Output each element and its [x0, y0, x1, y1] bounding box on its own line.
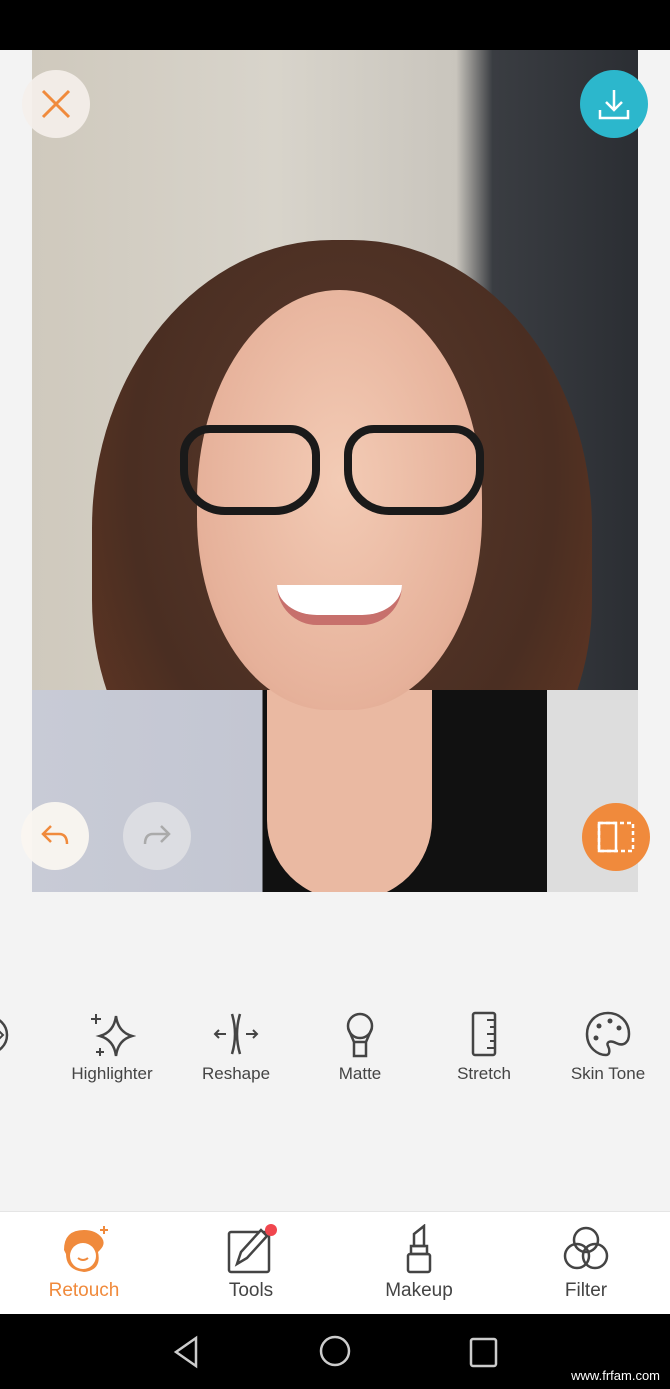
tab-retouch[interactable]: Retouch [14, 1224, 154, 1302]
redo-button[interactable] [123, 802, 191, 870]
undo-icon [41, 825, 69, 845]
photo-canvas[interactable] [32, 50, 638, 892]
sparkle-icon [91, 1014, 136, 1057]
redo-icon [143, 825, 171, 845]
retouch-face-icon [64, 1226, 108, 1272]
download-button[interactable] [580, 70, 648, 138]
ruler-icon [471, 1011, 497, 1057]
tool-skin-tone[interactable]: Skin Tone [553, 1010, 663, 1084]
android-nav-bar: www.frfam.com [0, 1314, 670, 1389]
tool-highlighter[interactable]: Highlighter [57, 1010, 167, 1084]
edit-icon [227, 1224, 277, 1274]
close-icon [41, 89, 71, 119]
tool-stretch[interactable]: Stretch [429, 1010, 539, 1084]
compare-button[interactable] [582, 803, 650, 871]
recents-icon[interactable] [468, 1336, 500, 1368]
tab-filter[interactable]: Filter [516, 1224, 656, 1302]
reshape-icon [213, 1013, 259, 1055]
status-bar [0, 0, 670, 50]
tool-reshape[interactable]: Reshape [181, 1010, 291, 1084]
palette-icon [585, 1011, 631, 1057]
notification-badge [265, 1224, 277, 1236]
makeup-brush-icon [346, 1012, 374, 1058]
bottom-tab-bar: Retouch Tools Makeup Filter [0, 1211, 670, 1314]
home-icon[interactable] [318, 1334, 352, 1368]
retouch-tools[interactable]: ze Highlighter Reshape Matte Stretch Ski… [0, 1010, 670, 1100]
compare-icon [597, 821, 635, 853]
undo-button[interactable] [21, 802, 89, 870]
tool-matte[interactable]: Matte [305, 1010, 415, 1084]
lipstick-icon [406, 1224, 432, 1274]
filter-circles-icon [563, 1226, 609, 1270]
tab-makeup[interactable]: Makeup [349, 1224, 489, 1302]
tool-resize[interactable]: ze [0, 1010, 44, 1082]
close-button[interactable] [22, 70, 90, 138]
tab-tools[interactable]: Tools [181, 1224, 321, 1302]
resize-icon [0, 1019, 9, 1051]
back-icon[interactable] [170, 1334, 202, 1370]
watermark: www.frfam.com [571, 1368, 660, 1383]
download-icon [598, 90, 630, 120]
